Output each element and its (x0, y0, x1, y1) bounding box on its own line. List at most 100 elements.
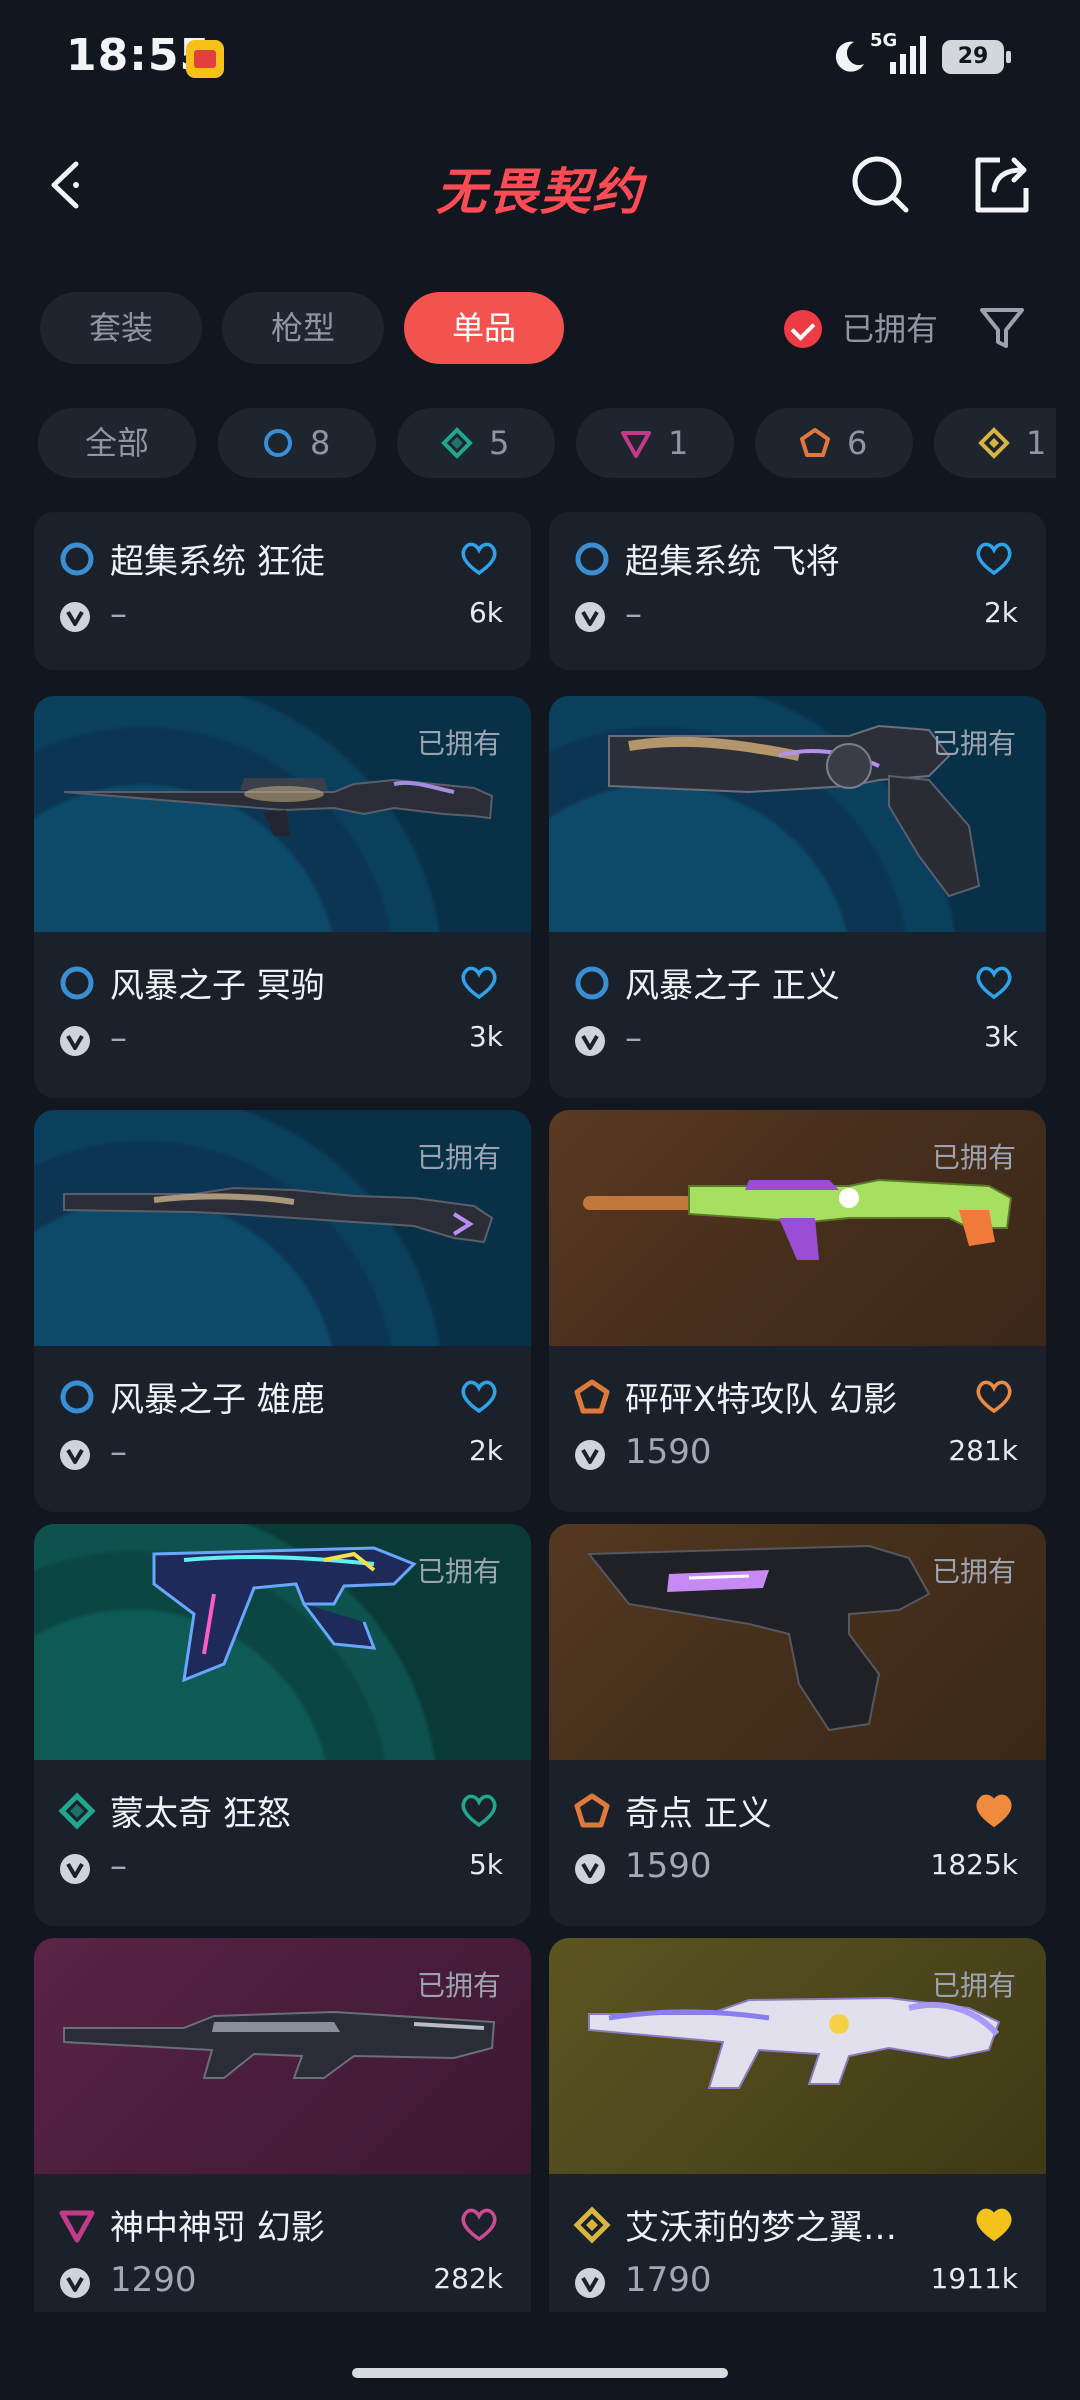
skin-name: 神中神罚 幻影 (110, 2208, 325, 2248)
valorant-points-icon (573, 1852, 607, 1886)
valorant-points-icon (573, 2266, 607, 2300)
owned-tag: 已拥有 (416, 1969, 501, 2002)
heart-icon[interactable] (459, 2206, 499, 2242)
owned-tag: 已拥有 (931, 1141, 1016, 1174)
select-tier-icon (264, 429, 292, 457)
skin-image: 已拥有 (34, 696, 531, 932)
share-icon[interactable] (966, 150, 1036, 220)
chip-ultra-tier[interactable]: 1 (934, 408, 1056, 478)
top-bar: 无畏契约 (0, 130, 1080, 240)
skin-card[interactable]: 已拥有 风暴之子 正义 – 3k (549, 696, 1046, 1098)
chip-premium-tier[interactable]: 1 (576, 408, 734, 478)
valorant-points-icon (573, 1024, 607, 1058)
select-tier-icon (573, 964, 611, 1002)
skin-price: – (110, 1846, 127, 1886)
skin-card[interactable]: 已拥有 艾沃莉的梦之翼… 1790 1911k (549, 1938, 1046, 2312)
heart-icon[interactable] (459, 1792, 499, 1828)
app-notification-icon (186, 40, 224, 78)
deluxe-tier-icon (441, 427, 473, 459)
tab-single-item[interactable]: 单品 (404, 292, 564, 364)
chip-count: 1 (668, 424, 689, 462)
skin-card[interactable]: 已拥有 风暴之子 雄鹿 – 2k (34, 1110, 531, 1512)
chip-count: 8 (310, 424, 331, 462)
like-count: 1825k (930, 1848, 1018, 1881)
valorant-points-icon (58, 1024, 92, 1058)
home-indicator[interactable] (352, 2368, 728, 2378)
skin-card[interactable]: 已拥有 风暴之子 冥驹 – 3k (34, 696, 531, 1098)
skin-card[interactable]: 超集系统 飞将 – 2k (549, 512, 1046, 670)
owned-filter-label: 已拥有 (842, 310, 939, 348)
heart-icon[interactable] (459, 964, 499, 1000)
chip-deluxe-tier[interactable]: 5 (397, 408, 555, 478)
chip-exclusive-tier[interactable]: 6 (755, 408, 913, 478)
ultra-tier-icon (573, 2206, 611, 2244)
like-count: 282k (433, 2262, 503, 2295)
heart-filled-icon[interactable] (974, 2206, 1014, 2242)
heart-icon[interactable] (974, 540, 1014, 576)
like-count: 5k (468, 1848, 503, 1881)
page-title: 无畏契约 (436, 163, 644, 221)
skin-image: 已拥有 (34, 1110, 531, 1346)
status-bar: 18:55 5G 29 (0, 0, 1080, 120)
exclusive-tier-icon (573, 1378, 611, 1416)
heart-icon[interactable] (974, 1378, 1014, 1414)
owned-tag: 已拥有 (416, 1141, 501, 1174)
funnel-icon[interactable] (976, 302, 1028, 354)
valorant-points-icon (58, 2266, 92, 2300)
owned-tag: 已拥有 (931, 1969, 1016, 2002)
like-count: 3k (468, 1020, 503, 1053)
like-count: 1911k (930, 2262, 1018, 2295)
chip-count: 5 (489, 424, 510, 462)
premium-tier-icon (621, 431, 651, 458)
skin-name: 风暴之子 雄鹿 (110, 1380, 325, 1420)
skin-card[interactable]: 已拥有 砰砰X特攻队 幻影 1590 281k (549, 1110, 1046, 1512)
valorant-points-icon (58, 1438, 92, 1472)
checkbox-checked-icon[interactable] (784, 310, 822, 348)
skin-price: – (110, 1432, 127, 1472)
skin-image: 已拥有 (549, 1524, 1046, 1760)
skin-image: 已拥有 (549, 1938, 1046, 2174)
like-count: 2k (468, 1434, 503, 1467)
skin-name: 砰砰X特攻队 幻影 (625, 1380, 898, 1420)
signal-icon (890, 36, 926, 74)
skin-price: – (625, 594, 642, 634)
skin-image: 已拥有 (549, 1110, 1046, 1346)
search-icon[interactable] (846, 150, 916, 220)
skin-name: 超集系统 狂徒 (110, 542, 325, 582)
skin-price: – (625, 1018, 642, 1058)
heart-icon[interactable] (459, 1378, 499, 1414)
like-count: 281k (948, 1434, 1018, 1467)
owned-tag: 已拥有 (416, 1555, 501, 1588)
skin-price: – (110, 1018, 127, 1058)
skin-name: 艾沃莉的梦之翼… (625, 2208, 897, 2248)
skin-card[interactable]: 已拥有 蒙太奇 狂怒 – 5k (34, 1524, 531, 1926)
tab-bundle[interactable]: 套装 (40, 292, 202, 364)
heart-filled-icon[interactable] (974, 1792, 1014, 1828)
skin-image: 已拥有 (34, 1524, 531, 1760)
skin-card[interactable]: 已拥有 神中神罚 幻影 1290 282k (34, 1938, 531, 2312)
chip-all-label: 全部 (84, 424, 149, 462)
like-count: 2k (983, 596, 1018, 629)
skin-name: 蒙太奇 狂怒 (110, 1794, 291, 1834)
skin-price: 1590 (625, 1432, 712, 1472)
chip-select-tier[interactable]: 8 (218, 408, 376, 478)
deluxe-tier-icon (58, 1792, 96, 1830)
chip-all[interactable]: 全部 (38, 408, 196, 478)
skin-grid: 超集系统 狂徒 – 6k 超集系统 飞将 – 2k 已拥有 风暴之子 冥驹 – (0, 512, 1080, 2312)
chip-count: 1 (1026, 424, 1047, 462)
moon-icon (835, 41, 864, 72)
skin-name: 奇点 正义 (625, 1794, 772, 1834)
skin-price: 1290 (110, 2260, 197, 2300)
skin-name: 风暴之子 正义 (625, 966, 840, 1006)
tab-weapon-type[interactable]: 枪型 (222, 292, 384, 364)
heart-icon[interactable] (974, 964, 1014, 1000)
chip-count: 6 (847, 424, 868, 462)
like-count: 3k (983, 1020, 1018, 1053)
skin-name: 超集系统 飞将 (625, 542, 840, 582)
like-count: 6k (468, 596, 503, 629)
owned-tag: 已拥有 (931, 727, 1016, 760)
heart-icon[interactable] (459, 540, 499, 576)
skin-image: 已拥有 (549, 696, 1046, 932)
skin-card[interactable]: 已拥有 奇点 正义 1590 1825k (549, 1524, 1046, 1926)
skin-card[interactable]: 超集系统 狂徒 – 6k (34, 512, 531, 670)
